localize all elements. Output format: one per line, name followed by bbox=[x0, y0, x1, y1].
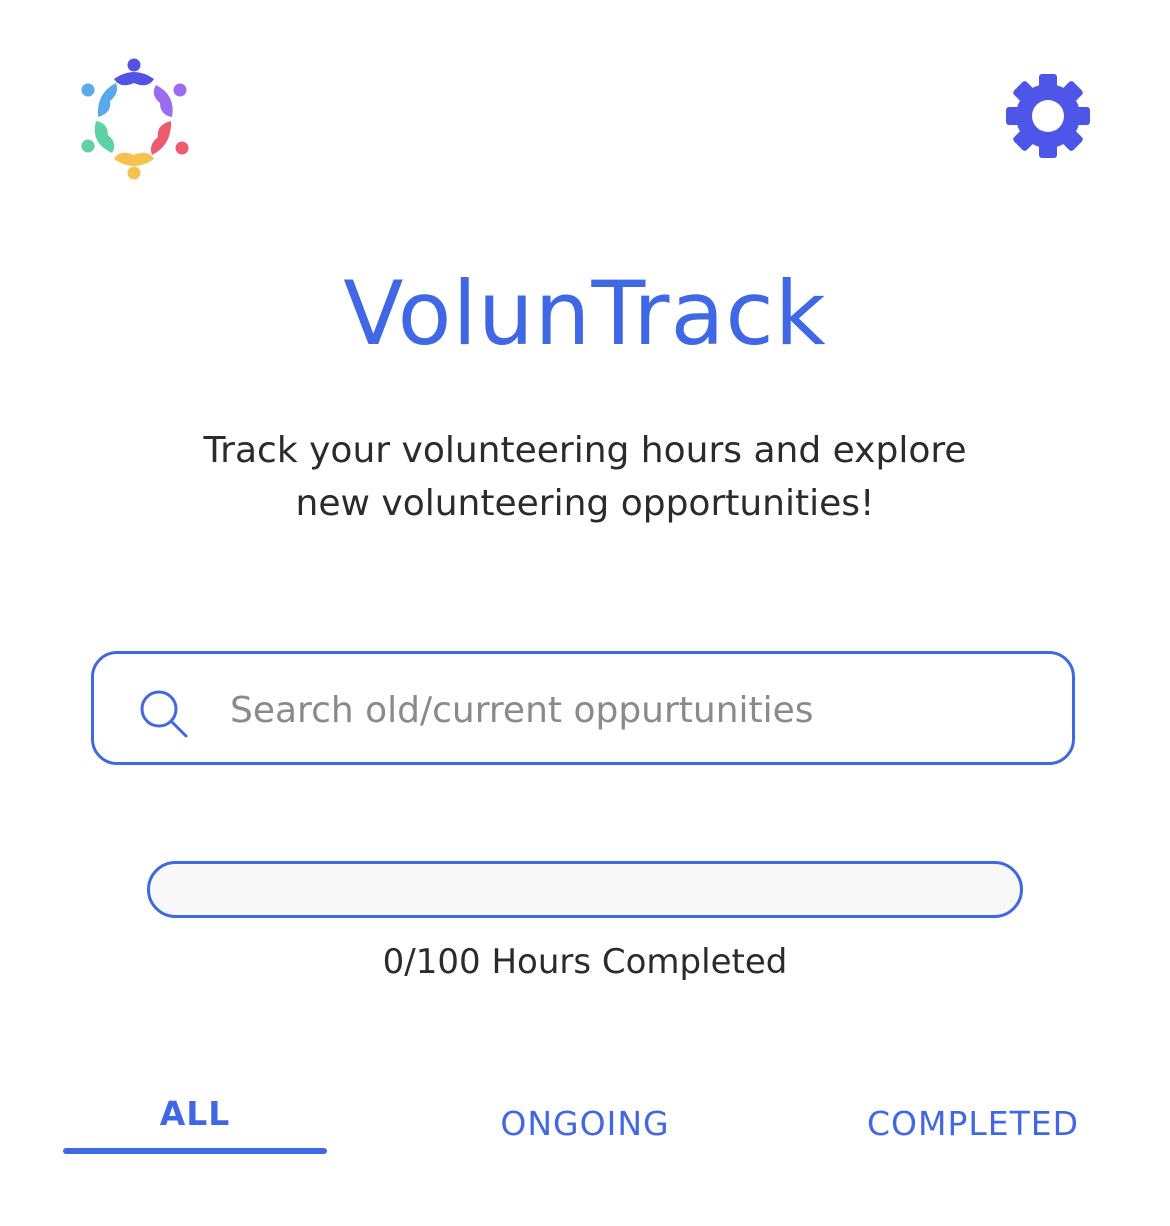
search-input[interactable] bbox=[230, 678, 1030, 742]
community-hands-logo-icon bbox=[81, 58, 189, 180]
tab-all[interactable]: ALL bbox=[63, 1094, 327, 1133]
tab-completed[interactable]: COMPLETED bbox=[848, 1104, 1098, 1143]
active-tab-indicator bbox=[63, 1148, 327, 1154]
subtitle-line-1: Track your volunteering hours and explor… bbox=[203, 430, 967, 471]
app-title: VolunTrack bbox=[343, 262, 827, 365]
app-subtitle: Track your volunteering hours and explor… bbox=[150, 424, 1020, 530]
hours-progress-bar bbox=[147, 861, 1023, 918]
subtitle-line-2: new volunteering opportunities! bbox=[295, 483, 875, 524]
search-icon[interactable] bbox=[138, 688, 190, 740]
tab-ongoing[interactable]: ONGOING bbox=[455, 1104, 715, 1143]
search-bar[interactable] bbox=[91, 651, 1075, 765]
gear-icon[interactable] bbox=[1004, 72, 1092, 160]
hours-progress-label: 0/100 Hours Completed bbox=[382, 942, 788, 982]
